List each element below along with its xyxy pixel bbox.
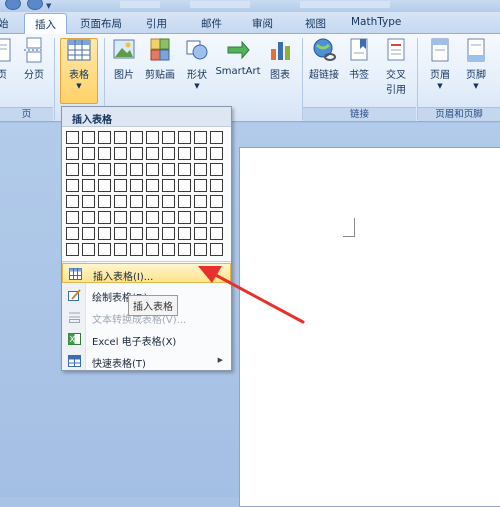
baidu-watermark: Baidu经验 jingyan.baidu.com xyxy=(378,448,477,482)
watermark-url: jingyan.baidu.com xyxy=(394,472,478,482)
annotation-arrow xyxy=(198,266,305,324)
watermark-brand: Baidu经验 xyxy=(378,452,477,474)
